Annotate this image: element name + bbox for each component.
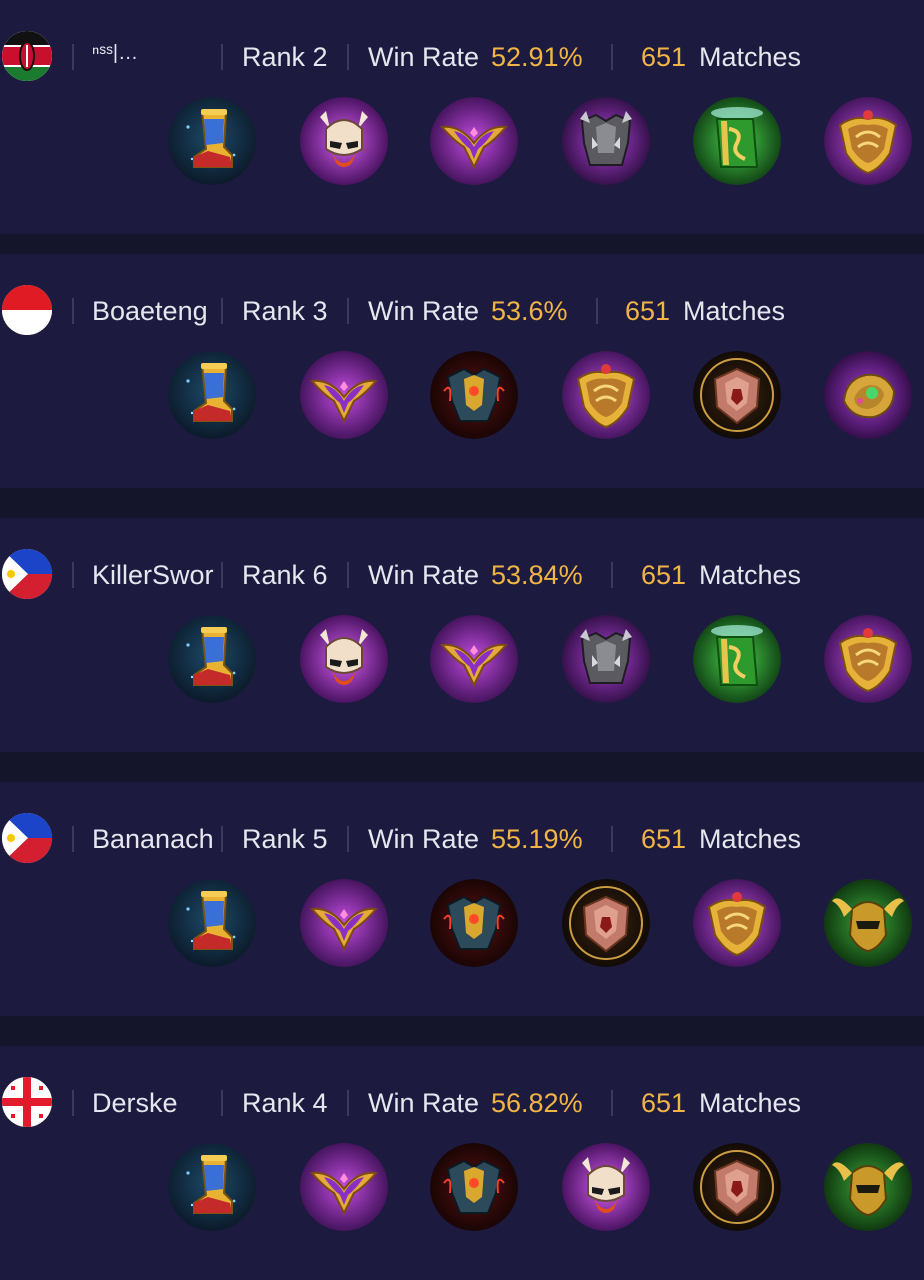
winged-helm-icon[interactable] — [824, 879, 912, 967]
player-name[interactable]: ⁿˢˢ|… — [92, 34, 220, 72]
divider — [221, 298, 223, 324]
dragon-armor-icon[interactable] — [430, 1143, 518, 1231]
golden-shield-icon[interactable] — [693, 879, 781, 967]
skull-mask-icon[interactable] — [300, 97, 388, 185]
rank-label: Rank 3 — [242, 296, 328, 326]
divider — [347, 1090, 349, 1116]
divider — [611, 826, 613, 852]
matches-count: 651 — [641, 42, 687, 72]
win-rate-value: 53.6% — [491, 296, 568, 326]
divider — [347, 826, 349, 852]
win-rate-value: 53.84% — [491, 560, 583, 590]
build-row[interactable]: Boaeteng Rank 3 Win Rate 53.6% 651 Match… — [0, 254, 924, 488]
divider — [221, 1090, 223, 1116]
rank-label: Rank 2 — [242, 42, 328, 72]
bronze-shield-icon[interactable] — [693, 351, 781, 439]
matches-label: Matches — [699, 42, 802, 72]
boots-icon[interactable] — [168, 879, 256, 967]
golden-shield-icon[interactable] — [824, 97, 912, 185]
purple-wings-icon[interactable] — [300, 351, 388, 439]
matches-count: 651 — [641, 1088, 687, 1118]
bronze-shield-icon[interactable] — [562, 879, 650, 967]
divider — [347, 44, 349, 70]
skull-mask-icon[interactable] — [300, 615, 388, 703]
divider — [596, 298, 598, 324]
purple-wings-icon[interactable] — [300, 1143, 388, 1231]
georgia-flag — [2, 1077, 52, 1127]
matches-count: 651 — [625, 296, 671, 326]
divider — [611, 1090, 613, 1116]
divider — [72, 1090, 74, 1116]
boots-icon[interactable] — [168, 1143, 256, 1231]
player-name[interactable]: Derske — [92, 1084, 220, 1122]
gem-gauntlet-icon[interactable] — [824, 351, 912, 439]
purple-wings-icon[interactable] — [300, 879, 388, 967]
win-rate-value: 52.91% — [491, 42, 583, 72]
build-row[interactable]: ⁿˢˢ|… Rank 2 Win Rate 52.91% 651 Matches — [0, 0, 924, 234]
win-rate-value: 56.82% — [491, 1088, 583, 1118]
build-row[interactable]: Derske Rank 4 Win Rate 56.82% 651 Matche… — [0, 1046, 924, 1280]
dragon-armor-icon[interactable] — [430, 351, 518, 439]
philippines-flag — [2, 549, 52, 599]
player-name[interactable]: Bananach — [92, 820, 220, 858]
win-rate-label: Win Rate — [368, 42, 480, 72]
divider — [221, 562, 223, 588]
rank-label: Rank 6 — [242, 560, 328, 590]
matches-count: 651 — [641, 560, 687, 590]
boots-icon[interactable] — [168, 97, 256, 185]
divider — [347, 562, 349, 588]
purple-wings-icon[interactable] — [430, 97, 518, 185]
winged-helm-icon[interactable] — [824, 1143, 912, 1231]
divider — [72, 826, 74, 852]
win-rate-label: Win Rate — [368, 824, 480, 854]
win-rate-label: Win Rate — [368, 296, 480, 326]
bronze-shield-icon[interactable] — [693, 1143, 781, 1231]
win-rate-label: Win Rate — [368, 1088, 480, 1118]
divider — [72, 298, 74, 324]
win-rate-label: Win Rate — [368, 560, 480, 590]
golden-shield-icon[interactable] — [824, 615, 912, 703]
dragon-armor-icon[interactable] — [430, 879, 518, 967]
skull-mask-icon[interactable] — [562, 1143, 650, 1231]
purple-wings-icon[interactable] — [430, 615, 518, 703]
divider — [221, 826, 223, 852]
matches-label: Matches — [683, 296, 786, 326]
boots-icon[interactable] — [168, 615, 256, 703]
divider — [72, 562, 74, 588]
player-name[interactable]: KillerSwor — [92, 556, 220, 594]
indonesia-flag — [2, 285, 52, 335]
build-row[interactable]: KillerSwor Rank 6 Win Rate 53.84% 651 Ma… — [0, 518, 924, 752]
iron-armor-icon[interactable] — [562, 97, 650, 185]
matches-label: Matches — [699, 1088, 802, 1118]
iron-armor-icon[interactable] — [562, 615, 650, 703]
win-rate-value: 55.19% — [491, 824, 583, 854]
matches-count: 651 — [641, 824, 687, 854]
divider — [72, 44, 74, 70]
rank-label: Rank 4 — [242, 1088, 328, 1118]
green-tome-icon[interactable] — [693, 615, 781, 703]
rank-label: Rank 5 — [242, 824, 328, 854]
golden-shield-icon[interactable] — [562, 351, 650, 439]
matches-label: Matches — [699, 560, 802, 590]
divider — [611, 44, 613, 70]
boots-icon[interactable] — [168, 351, 256, 439]
philippines-flag — [2, 813, 52, 863]
divider — [221, 44, 223, 70]
player-name[interactable]: Boaeteng — [92, 292, 220, 330]
green-tome-icon[interactable] — [693, 97, 781, 185]
matches-label: Matches — [699, 824, 802, 854]
kenya-flag — [2, 31, 52, 81]
divider — [611, 562, 613, 588]
build-row[interactable]: Bananach Rank 5 Win Rate 55.19% 651 Matc… — [0, 782, 924, 1016]
divider — [347, 298, 349, 324]
